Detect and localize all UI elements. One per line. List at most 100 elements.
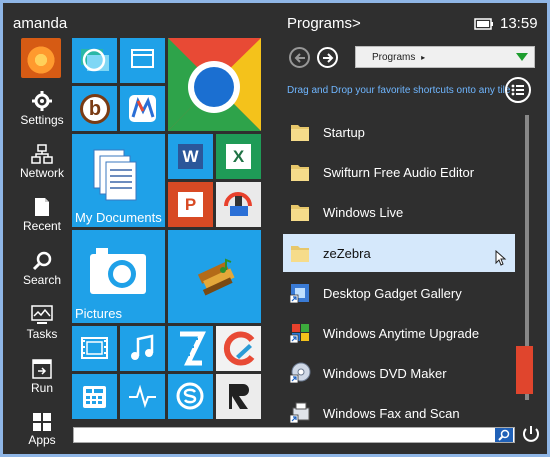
- tile-calculator[interactable]: [72, 374, 117, 419]
- chevron-right-icon: ▸: [421, 53, 426, 62]
- mouse-cursor-icon: [495, 250, 507, 266]
- music-note-icon: [131, 334, 154, 360]
- sidebar-item-network[interactable]: Network: [11, 144, 73, 180]
- arrow-right-icon: [322, 52, 333, 63]
- tile-library[interactable]: [168, 230, 261, 323]
- dvd-icon: [289, 362, 311, 384]
- list-icon: [511, 84, 524, 96]
- skype-icon: [176, 382, 204, 410]
- film-icon: [81, 337, 108, 359]
- maxthon-icon: [129, 95, 156, 122]
- gear-icon: [32, 91, 52, 111]
- tile-b-app[interactable]: b: [72, 86, 117, 131]
- sidebar-item-label: Tasks: [26, 327, 58, 341]
- program-item[interactable]: Windows DVD Maker: [283, 354, 515, 392]
- calculator-icon: [83, 386, 106, 408]
- sidebar-item-label: Network: [19, 166, 64, 180]
- network-icon: [31, 144, 53, 164]
- tile-window[interactable]: [120, 38, 165, 83]
- sidebar-item-settings[interactable]: Settings: [11, 91, 73, 127]
- sidebar-item-tasks[interactable]: Tasks: [11, 305, 73, 341]
- program-item[interactable]: Desktop Gadget Gallery: [283, 274, 515, 312]
- tile-excel[interactable]: X: [216, 134, 261, 179]
- sidebar-item-label: Recent: [22, 219, 62, 233]
- tile-maxthon[interactable]: [120, 86, 165, 131]
- program-label: Windows DVD Maker: [323, 365, 447, 381]
- tile-label: My Documents: [75, 210, 162, 225]
- shortcut-icon: [289, 284, 309, 304]
- programs-title[interactable]: Programs>: [287, 15, 361, 32]
- tile-zebra[interactable]: [168, 326, 213, 371]
- program-label: Startup: [323, 124, 365, 140]
- sidebar-item-recent[interactable]: Recent: [11, 197, 73, 233]
- chrome-icon: [168, 38, 261, 131]
- sidebar-item-search[interactable]: Search: [11, 251, 73, 287]
- clock: 13:59: [500, 15, 538, 32]
- program-label: Swifturn Free Audio Editor: [323, 164, 475, 180]
- folder-icon: [291, 205, 309, 221]
- search-icon: [498, 429, 510, 441]
- sidebar-item-run[interactable]: Run: [11, 359, 73, 395]
- books-music-icon: [197, 258, 235, 296]
- program-item[interactable]: Startup: [283, 113, 515, 151]
- battery-icon: [474, 18, 493, 30]
- tile-activity[interactable]: [120, 374, 165, 419]
- tile-graphics-app[interactable]: [216, 182, 261, 227]
- dropdown-value: Programs: [372, 52, 416, 63]
- list-view-button[interactable]: [505, 77, 531, 103]
- tile-my-documents[interactable]: My Documents: [72, 134, 165, 227]
- start-menu-window: amanda Settings Network Recent Search Ta…: [0, 0, 550, 457]
- graphics-app-icon: [224, 192, 252, 216]
- zebra-icon: [180, 331, 206, 366]
- tile-ccleaner[interactable]: [216, 326, 261, 371]
- program-label: Windows Live: [323, 204, 404, 220]
- search-button[interactable]: [495, 428, 513, 442]
- run-icon: [32, 359, 52, 379]
- tile-pictures[interactable]: Pictures: [72, 230, 165, 323]
- search-icon: [32, 251, 52, 271]
- program-item[interactable]: Windows Anytime Upgrade: [283, 314, 515, 352]
- power-button[interactable]: [520, 423, 542, 445]
- arrow-left-icon: [294, 52, 305, 63]
- tile-word[interactable]: W: [168, 134, 213, 179]
- powerpoint-icon: P: [178, 192, 203, 217]
- scrollbar-thumb[interactable]: [516, 346, 533, 394]
- program-item-selected[interactable]: zeZebra: [283, 234, 515, 272]
- back-button[interactable]: [289, 47, 310, 68]
- tasks-icon: [31, 305, 53, 324]
- folder-icon: [291, 125, 309, 141]
- folder-icon: [291, 246, 309, 262]
- tile-powerpoint[interactable]: P: [168, 182, 213, 227]
- pulse-icon: [129, 384, 156, 409]
- tile-music[interactable]: [120, 326, 165, 371]
- search-input[interactable]: [73, 427, 515, 443]
- location-dropdown[interactable]: Programs ▸: [355, 46, 535, 68]
- b-logo-icon: b: [80, 94, 110, 124]
- r-app-icon: [229, 384, 249, 409]
- tile-label: Pictures: [75, 306, 122, 321]
- word-icon: W: [178, 144, 203, 169]
- window-icon: [131, 49, 154, 68]
- sidebar-item-apps[interactable]: Apps: [11, 413, 73, 447]
- fax-icon: [289, 402, 310, 424]
- tile-sync[interactable]: [72, 38, 117, 83]
- program-label: zeZebra: [323, 245, 371, 261]
- apps-icon: [33, 413, 51, 431]
- tile-chrome[interactable]: [168, 38, 261, 131]
- sidebar-item-label: Run: [30, 381, 53, 395]
- tile-skype[interactable]: [168, 374, 213, 419]
- drag-drop-hint: Drag and Drop your favorite shortcuts on…: [287, 85, 511, 96]
- sidebar-item-label: Settings: [20, 113, 64, 127]
- windows-logo-icon: [289, 324, 309, 344]
- avatar[interactable]: [21, 38, 61, 78]
- program-item[interactable]: Windows Live: [283, 193, 515, 231]
- folder-icon: [291, 165, 309, 181]
- program-item[interactable]: Swifturn Free Audio Editor: [283, 153, 515, 191]
- tile-video[interactable]: [72, 326, 117, 371]
- program-label: Windows Anytime Upgrade: [323, 325, 480, 341]
- tile-r-app[interactable]: [216, 374, 261, 419]
- user-name[interactable]: amanda: [13, 15, 67, 32]
- dropdown-arrow-icon: [516, 53, 528, 61]
- forward-button[interactable]: [317, 47, 338, 68]
- excel-icon: X: [226, 144, 251, 169]
